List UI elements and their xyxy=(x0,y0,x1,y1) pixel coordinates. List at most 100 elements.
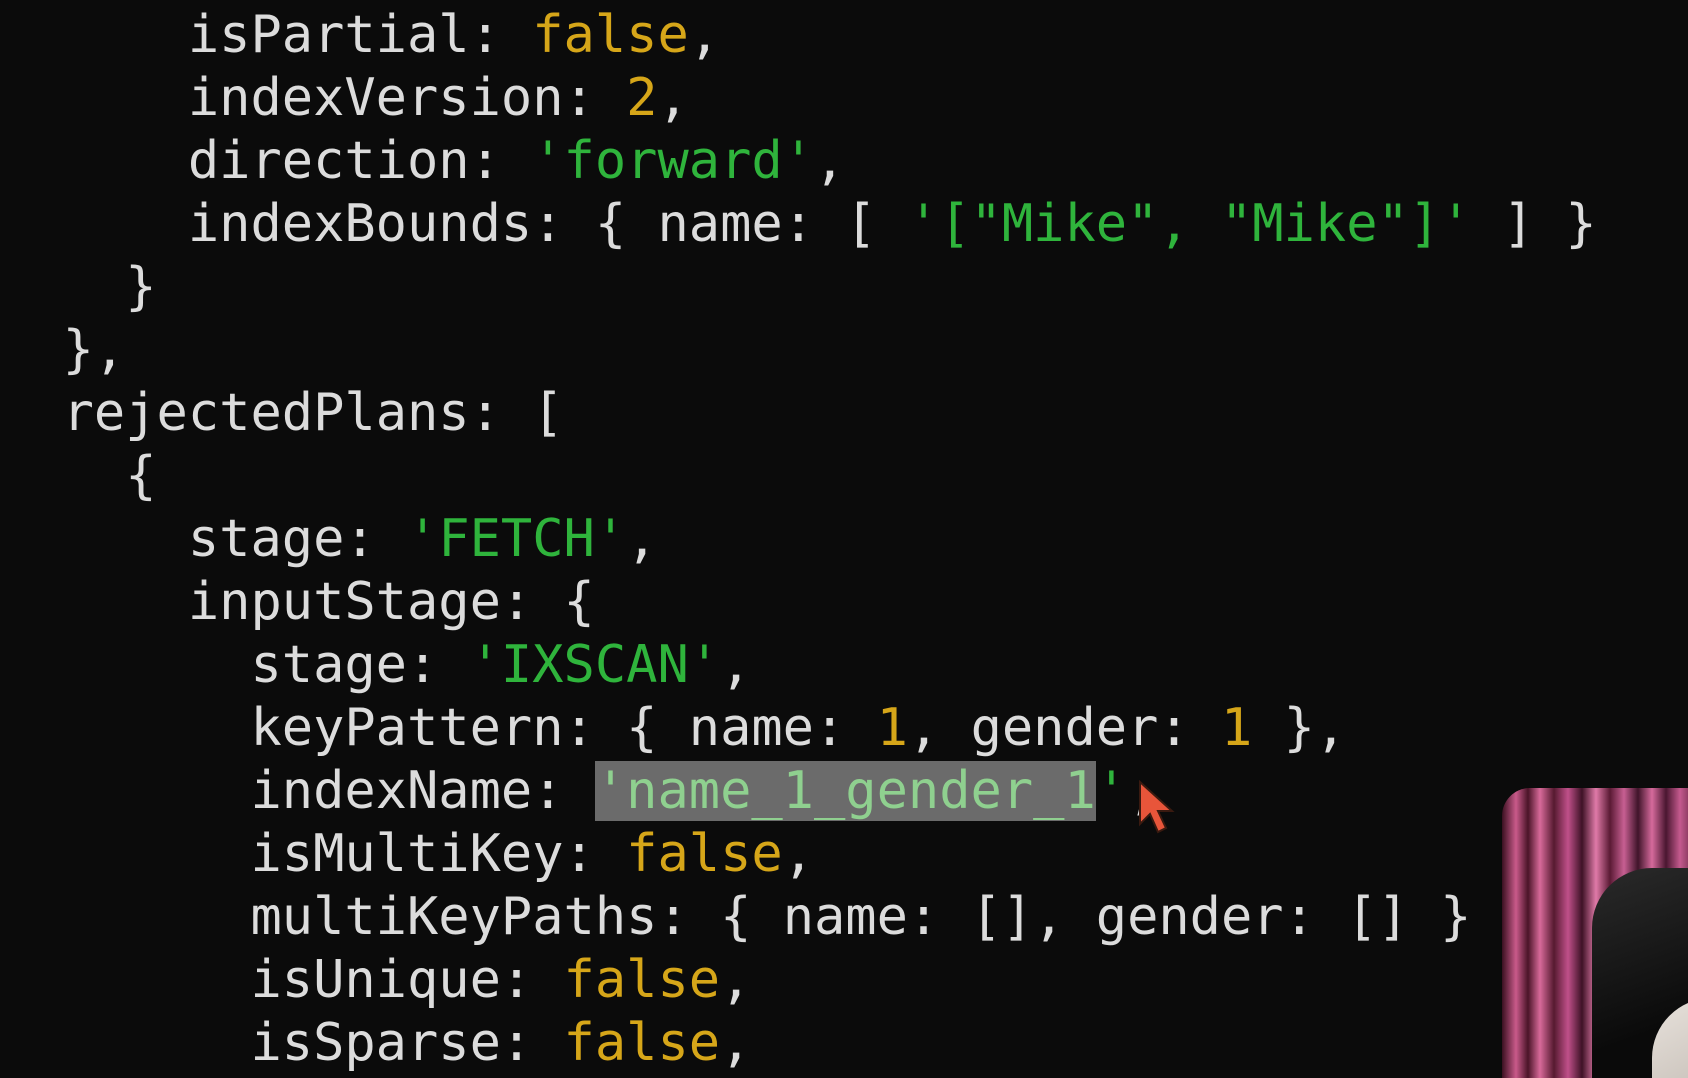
code-token: : xyxy=(469,131,533,191)
code-token: : xyxy=(500,950,564,1010)
code-line: indexBounds: { name: [ '["Mike", "Mike"]… xyxy=(0,193,1597,256)
code-token: : { xyxy=(563,698,689,758)
terminal-window[interactable]: isPartial: false, indexVersion: 2, direc… xyxy=(0,0,1688,1078)
code-token: : xyxy=(532,761,595,821)
code-token: : xyxy=(469,5,533,65)
code-line: isUnique: false, xyxy=(0,949,1597,1012)
code-token: 'IXSCAN' xyxy=(469,635,721,695)
code-token: : xyxy=(344,509,408,569)
code-token: stage xyxy=(187,509,345,569)
code-token: , xyxy=(720,1013,752,1073)
code-token: ] } xyxy=(1471,194,1597,254)
code-token: : xyxy=(563,824,627,884)
code-token: false xyxy=(532,5,689,65)
code-token: direction xyxy=(187,131,470,191)
code-token: : xyxy=(563,68,627,128)
code-line: multiKeyPaths: { name: [], gender: [] } xyxy=(0,886,1597,949)
code-token: : { xyxy=(532,194,658,254)
code-line: rejectedPlans: [ xyxy=(0,382,1597,445)
code-token: false xyxy=(563,1013,721,1073)
code-token: 1 xyxy=(876,698,908,758)
code-token: gender xyxy=(970,698,1159,758)
code-token: name xyxy=(782,887,908,947)
code-token: isMultiKey xyxy=(250,824,564,884)
code-token: false xyxy=(563,950,721,1010)
code-token: indexVersion xyxy=(187,68,564,128)
code-token: , xyxy=(657,68,689,128)
code-token: false xyxy=(626,824,783,884)
code-line: isSparse: false, xyxy=(0,1012,1597,1075)
mouse-pointer-icon xyxy=(1139,780,1175,834)
code-token: : { xyxy=(500,572,595,632)
code-token: 2 xyxy=(626,68,658,128)
code-token: , xyxy=(720,950,752,1010)
code-token: '["Mike", "Mike"]' xyxy=(907,194,1472,254)
code-token: isUnique xyxy=(250,950,501,1010)
code-token: : xyxy=(1158,698,1222,758)
code-token: : [], xyxy=(907,887,1096,947)
code-line: indexVersion: 2, xyxy=(0,67,1597,130)
code-token: : xyxy=(500,1013,564,1073)
code-line: direction: 'forward', xyxy=(0,130,1597,193)
code-line: isMultiKey: false, xyxy=(0,823,1597,886)
code-token: name xyxy=(657,194,783,254)
code-line: isPartial: false, xyxy=(0,4,1597,67)
code-token: }, xyxy=(62,320,126,380)
code-token: indexName xyxy=(250,761,533,821)
code-token: }, xyxy=(1252,698,1347,758)
code-token: , xyxy=(720,635,752,695)
code-token: 1 xyxy=(1221,698,1253,758)
code-token: indexBounds xyxy=(187,194,533,254)
code-token: : xyxy=(814,698,877,758)
selected-text[interactable]: 'name_1_gender_1 xyxy=(594,761,1096,821)
code-token: rejectedPlans xyxy=(62,383,470,443)
code-line: } xyxy=(0,256,1597,319)
code-line: { xyxy=(0,445,1597,508)
code-token: 'FETCH' xyxy=(407,509,627,569)
code-token: , xyxy=(782,824,815,884)
code-line: stage: 'FETCH', xyxy=(0,508,1597,571)
code-line: indexName: 'name_1_gender_1', xyxy=(0,760,1597,823)
code-token: isPartial xyxy=(187,5,470,65)
explain-output: isPartial: false, indexVersion: 2, direc… xyxy=(0,0,1597,1073)
code-token: : xyxy=(407,635,470,695)
code-token: { xyxy=(125,446,157,506)
code-token: , xyxy=(814,131,846,191)
code-token: : [ xyxy=(469,383,564,443)
code-line: keyPattern: { name: 1, gender: 1 }, xyxy=(0,697,1597,760)
code-line: inputStage: { xyxy=(0,571,1597,634)
code-token: gender xyxy=(1095,887,1284,947)
code-token: isSparse xyxy=(250,1013,501,1073)
code-token: 'forward' xyxy=(532,131,814,191)
code-token: multiKeyPaths xyxy=(250,887,658,947)
code-token: : { xyxy=(657,887,783,947)
code-token: : [] } xyxy=(1283,887,1472,947)
code-token: : [ xyxy=(782,194,908,254)
code-token: inputStage xyxy=(187,572,501,632)
code-token: stage xyxy=(250,635,407,695)
code-token: , xyxy=(626,509,658,569)
code-token: , xyxy=(907,698,971,758)
code-token: , xyxy=(688,5,721,65)
code-line: }, xyxy=(0,319,1597,382)
code-token: ' xyxy=(1095,761,1128,821)
code-line: stage: 'IXSCAN', xyxy=(0,634,1597,697)
code-token: name xyxy=(688,698,814,758)
code-token: } xyxy=(125,257,157,317)
